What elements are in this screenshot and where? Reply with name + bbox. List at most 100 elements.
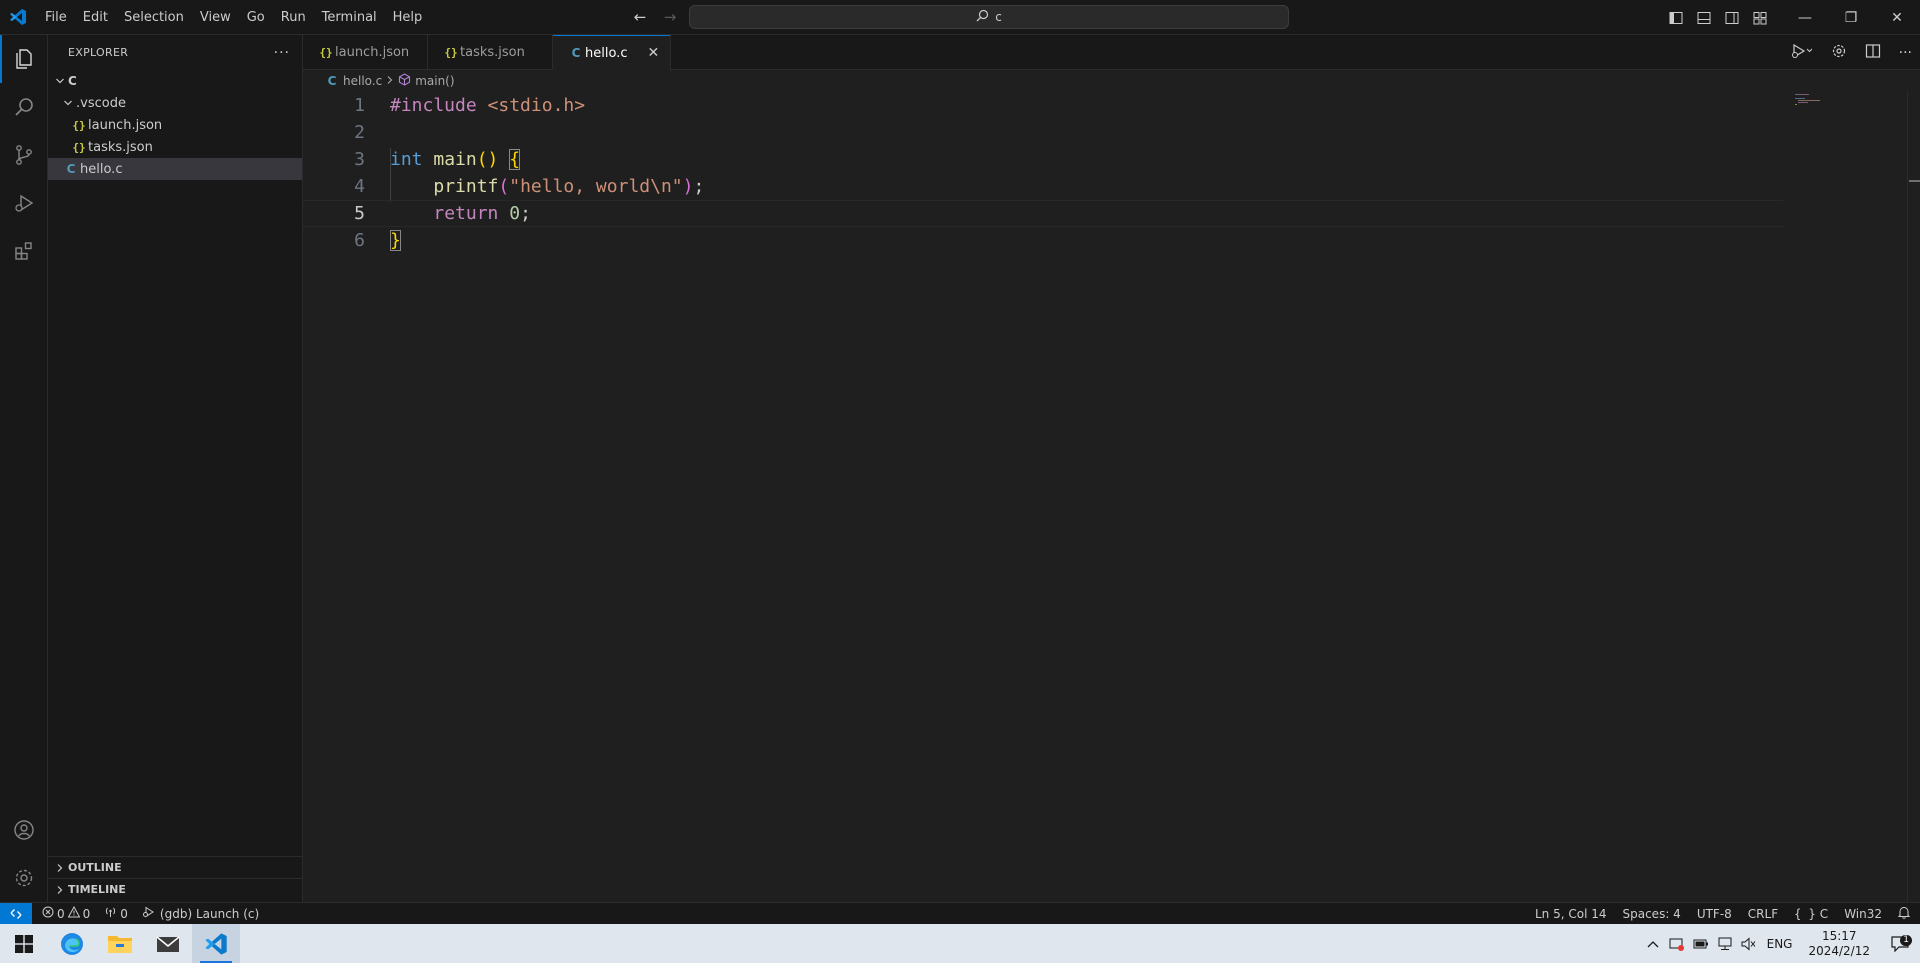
split-editor-icon[interactable] <box>1865 43 1881 63</box>
c-file-icon: C <box>327 74 337 88</box>
platform[interactable]: Win32 <box>1844 907 1882 921</box>
braces-icon: { } <box>1794 907 1816 921</box>
manage-gear-icon[interactable] <box>0 854 48 902</box>
code-token: ) <box>682 176 694 197</box>
customize-layout-icon[interactable] <box>1746 0 1774 35</box>
forward-arrow-icon[interactable]: → <box>660 8 680 26</box>
outline-section[interactable]: OUTLINE <box>48 856 302 878</box>
activity-bar <box>0 35 48 902</box>
antenna-icon <box>104 906 117 921</box>
close-icon[interactable]: ✕ <box>647 45 659 61</box>
debug-launch-config[interactable]: (gdb) Launch (c) <box>142 906 259 921</box>
notifications-bell-icon[interactable] <box>1897 906 1911 922</box>
c-file-icon: C <box>571 46 581 60</box>
tab-launch-json[interactable]: {} launch.json <box>303 35 428 70</box>
line-number: 1 <box>354 95 365 116</box>
toggle-secondary-sidebar-icon[interactable] <box>1718 0 1746 35</box>
end-of-line[interactable]: CRLF <box>1748 907 1778 921</box>
encoding[interactable]: UTF-8 <box>1697 907 1732 921</box>
problems-indicator[interactable]: 0 0 <box>42 905 91 921</box>
notifications-icon[interactable]: 1 <box>1880 934 1920 952</box>
vscode-logo-icon <box>0 0 35 35</box>
run-file-icon[interactable] <box>1791 43 1813 63</box>
code-line: 3 int main() { <box>303 146 1783 173</box>
clock[interactable]: 15:17 2024/2/12 <box>1808 929 1870 959</box>
code-editor[interactable]: 1 #include <stdio.h> 2 3 int main() { 4 … <box>303 92 1920 902</box>
tree-file-tasks-json[interactable]: {} tasks.json <box>48 136 302 158</box>
warning-count: 0 <box>82 906 91 921</box>
tab-label: hello.c <box>585 45 628 61</box>
volume-muted-icon[interactable] <box>1737 936 1761 951</box>
tree-folder-vscode[interactable]: .vscode <box>48 92 302 114</box>
clock-date: 2024/2/12 <box>1808 943 1870 958</box>
title-bar: File Edit Selection View Go Run Terminal… <box>0 0 1920 35</box>
code-token: { <box>509 149 521 170</box>
code-line: 1 #include <stdio.h> <box>303 92 1783 119</box>
menu-run[interactable]: Run <box>273 0 314 35</box>
chevron-down-icon <box>60 98 76 108</box>
breadcrumb-symbol[interactable]: main() <box>415 74 454 88</box>
editor-scrollbar[interactable] <box>1907 92 1920 902</box>
cursor-position[interactable]: Ln 5, Col 14 <box>1535 907 1607 921</box>
network-icon[interactable] <box>1713 937 1737 951</box>
search-view-icon[interactable] <box>0 83 48 131</box>
language-label: C <box>1819 907 1829 921</box>
toggle-panel-icon[interactable] <box>1690 0 1718 35</box>
accounts-icon[interactable] <box>0 806 48 854</box>
line-number: 2 <box>354 122 365 143</box>
more-actions-icon[interactable]: ··· <box>274 45 290 61</box>
extensions-icon[interactable] <box>0 227 48 275</box>
tree-file-hello-c[interactable]: C hello.c <box>48 158 302 180</box>
run-and-debug-icon[interactable] <box>0 179 48 227</box>
tree-root-folder[interactable]: C <box>48 70 302 92</box>
tree-file-label: tasks.json <box>88 139 153 155</box>
windows-start-icon[interactable] <box>0 924 48 963</box>
tree-file-launch-json[interactable]: {} launch.json <box>48 114 302 136</box>
menu-go[interactable]: Go <box>239 0 273 35</box>
code-token: #include <box>390 95 477 116</box>
vscode-taskbar-icon[interactable] <box>192 924 240 963</box>
toggle-primary-sidebar-icon[interactable] <box>1662 0 1690 35</box>
minimap[interactable] <box>1793 92 1833 112</box>
menu-bar: File Edit Selection View Go Run Terminal… <box>37 0 430 35</box>
menu-edit[interactable]: Edit <box>75 0 116 35</box>
breadcrumb-file[interactable]: hello.c <box>343 74 382 88</box>
back-arrow-icon[interactable]: ← <box>630 8 650 26</box>
input-language[interactable]: ENG <box>1767 937 1793 951</box>
menu-terminal[interactable]: Terminal <box>314 0 385 35</box>
file-explorer-icon[interactable] <box>96 924 144 963</box>
line-number: 4 <box>354 176 365 197</box>
search-input[interactable]: c <box>689 5 1289 29</box>
scroll-cursor-marker <box>1909 180 1920 182</box>
ports-indicator[interactable]: 0 <box>104 906 128 921</box>
menu-view[interactable]: View <box>192 0 239 35</box>
battery-icon[interactable] <box>1689 938 1713 950</box>
source-control-icon[interactable] <box>0 131 48 179</box>
settings-gear-icon[interactable] <box>1831 43 1847 63</box>
explorer-icon[interactable] <box>0 35 48 83</box>
security-icon[interactable] <box>1665 937 1689 951</box>
editor-tabs: {} launch.json {} tasks.json C hello.c ✕… <box>303 35 1920 71</box>
more-actions-icon[interactable]: ··· <box>1899 45 1912 61</box>
language-mode[interactable]: { } C <box>1794 907 1828 921</box>
edge-browser-icon[interactable] <box>48 924 96 963</box>
clock-time: 15:17 <box>1821 928 1857 943</box>
tab-hello-c[interactable]: C hello.c ✕ <box>553 35 671 71</box>
error-count: 0 <box>57 906 65 921</box>
remote-indicator[interactable] <box>0 902 32 925</box>
menu-file[interactable]: File <box>37 0 75 35</box>
mail-icon[interactable] <box>144 924 192 963</box>
json-icon: {} <box>72 118 86 132</box>
debug-label: (gdb) Launch (c) <box>159 906 260 921</box>
code-token: return <box>433 203 499 224</box>
chevron-up-icon[interactable] <box>1641 940 1665 948</box>
menu-help[interactable]: Help <box>385 0 431 35</box>
menu-selection[interactable]: Selection <box>116 0 192 35</box>
tab-tasks-json[interactable]: {} tasks.json <box>428 35 553 70</box>
restore-icon[interactable]: ❐ <box>1828 0 1874 35</box>
indentation[interactable]: Spaces: 4 <box>1623 907 1681 921</box>
chevron-right-icon <box>386 74 394 88</box>
timeline-section[interactable]: TIMELINE <box>48 878 302 900</box>
close-window-icon[interactable]: ✕ <box>1874 0 1920 35</box>
minimize-icon[interactable]: — <box>1782 0 1828 35</box>
